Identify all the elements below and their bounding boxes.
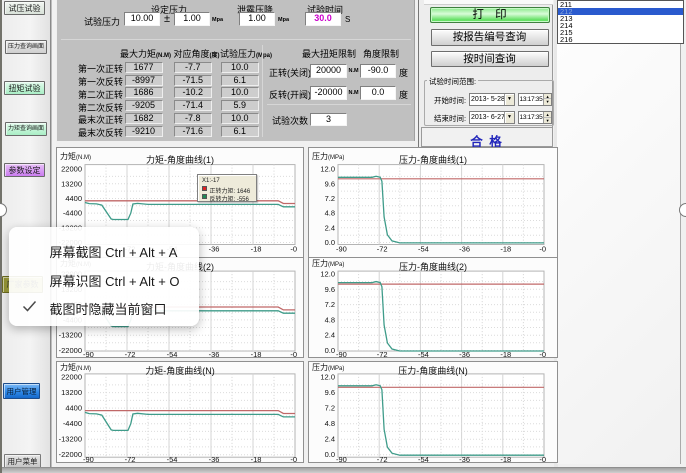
svg-text:-13200: -13200 [59, 330, 82, 339]
svg-text:-54: -54 [167, 455, 178, 464]
svg-text:7.2: 7.2 [325, 194, 335, 203]
svg-text:-72: -72 [377, 350, 388, 359]
svg-text:2.4: 2.4 [325, 435, 335, 444]
svg-text:7.2: 7.2 [325, 300, 335, 309]
svg-text:-36: -36 [209, 350, 220, 359]
svg-text:-18: -18 [500, 245, 511, 254]
svg-text:-13200: -13200 [59, 435, 82, 444]
svg-text:9.6: 9.6 [325, 179, 335, 188]
svg-text:4400: 4400 [65, 404, 82, 413]
svg-text:-54: -54 [418, 455, 429, 464]
svg-text:-0: -0 [290, 245, 297, 254]
svg-text:13200: 13200 [61, 179, 82, 188]
svg-text:-90: -90 [336, 245, 347, 254]
svg-text:-54: -54 [167, 350, 178, 359]
svg-text:-72: -72 [377, 455, 388, 464]
svg-text:7.2: 7.2 [325, 404, 335, 413]
svg-text:-0: -0 [290, 455, 297, 464]
svg-text:2.4: 2.4 [325, 223, 335, 232]
svg-text:12.0: 12.0 [320, 165, 335, 174]
svg-text:-0: -0 [290, 350, 297, 359]
svg-text:-36: -36 [459, 245, 470, 254]
svg-text:4400: 4400 [65, 194, 82, 203]
svg-text:-18: -18 [500, 455, 511, 464]
svg-text:9.6: 9.6 [325, 388, 335, 397]
svg-text:-72: -72 [125, 455, 136, 464]
svg-text:-4400: -4400 [63, 419, 82, 428]
svg-text:13200: 13200 [61, 388, 82, 397]
svg-text:-36: -36 [459, 455, 470, 464]
svg-text:-90: -90 [336, 350, 347, 359]
svg-text:4.8: 4.8 [325, 315, 335, 324]
svg-text:0.0: 0.0 [325, 450, 335, 459]
svg-text:-22000: -22000 [59, 450, 82, 459]
svg-text:-90: -90 [83, 455, 94, 464]
svg-text:-72: -72 [377, 245, 388, 254]
svg-text:-36: -36 [209, 245, 220, 254]
svg-text:-18: -18 [251, 455, 262, 464]
svg-text:-90: -90 [336, 455, 347, 464]
svg-text:-54: -54 [418, 245, 429, 254]
svg-text:-22000: -22000 [59, 346, 82, 355]
svg-text:-18: -18 [251, 350, 262, 359]
svg-text:-90: -90 [83, 350, 94, 359]
svg-text:-0: -0 [539, 245, 546, 254]
svg-text:-4400: -4400 [63, 209, 82, 218]
svg-text:22000: 22000 [61, 165, 82, 174]
svg-text:4.8: 4.8 [325, 209, 335, 218]
svg-text:0.0: 0.0 [325, 238, 335, 247]
svg-text:9.6: 9.6 [325, 284, 335, 293]
svg-text:-36: -36 [209, 455, 220, 464]
svg-text:0.0: 0.0 [325, 346, 335, 355]
svg-text:-18: -18 [251, 245, 262, 254]
svg-text:-0: -0 [539, 455, 546, 464]
svg-text:4.8: 4.8 [325, 419, 335, 428]
svg-text:-72: -72 [125, 350, 136, 359]
svg-text:2.4: 2.4 [325, 330, 335, 339]
